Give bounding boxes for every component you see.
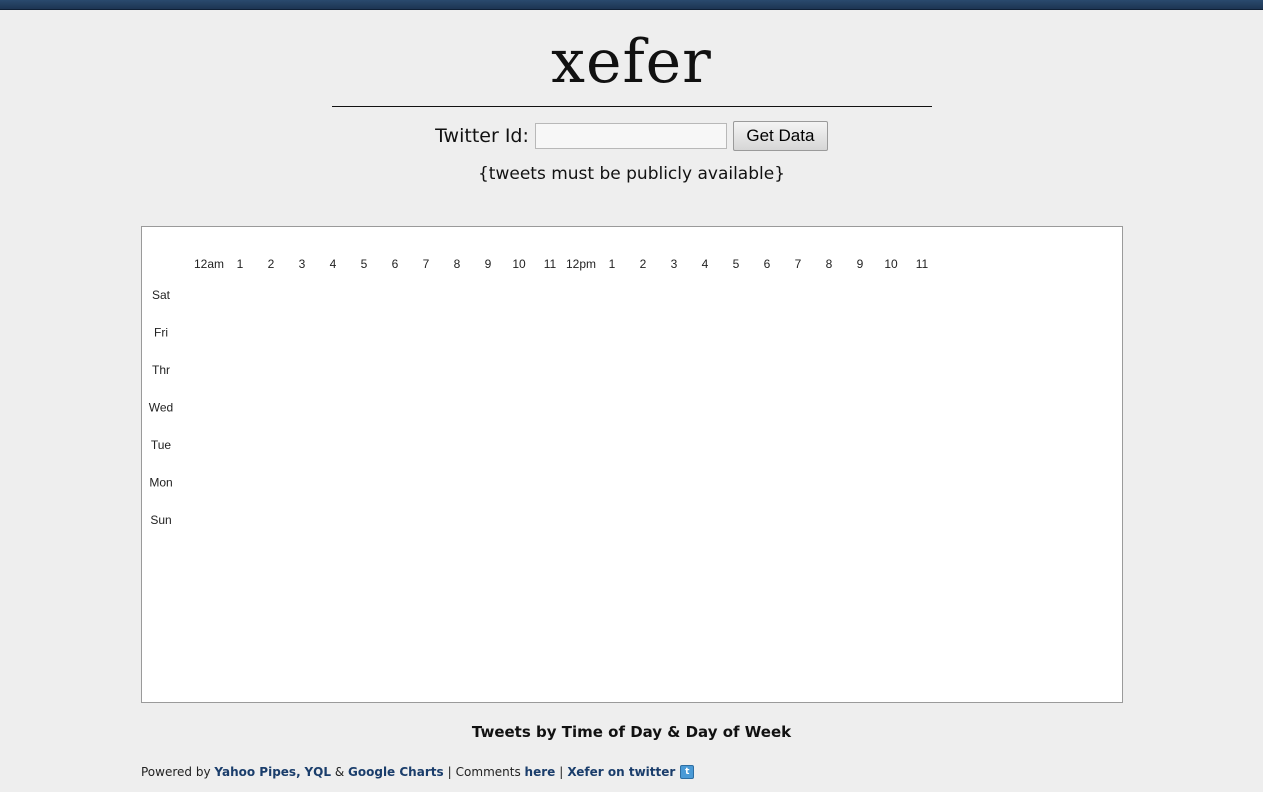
day-tick-label: Sun [150,513,171,527]
hour-tick-label: 1 [609,257,616,271]
hour-tick-label: 2 [268,257,275,271]
hour-tick-label: 8 [826,257,833,271]
footer: Powered by Yahoo Pipes, YQL & Google Cha… [141,763,695,781]
chart-caption: Tweets by Time of Day & Day of Week [471,723,792,741]
twitter-id-input[interactable] [534,123,727,149]
hour-tick-label: 6 [392,257,399,271]
hour-tick-label: 10 [512,257,526,271]
hour-tick-label: 1 [237,257,244,271]
hour-tick-label: 6 [764,257,771,271]
powered-by-text: Powered by [141,765,211,779]
comments-text: Comments [455,765,521,779]
day-tick-label: Wed [149,401,173,415]
header-divider [332,106,932,107]
twitter-bird-icon[interactable]: t [680,765,695,779]
heatmap-chart: 12am 1 2 3 4 5 6 7 8 9 10 11 12pm 1 2 3 4 5 6 7 8 9 10 11 Sat Fri… [141,226,1123,703]
separator: | [447,765,452,779]
public-tweets-note: {tweets must be publicly available} [477,164,786,184]
day-tick-label: Sat [152,288,171,302]
hour-tick-label: 8 [454,257,461,271]
hour-tick-label: 7 [423,257,430,271]
separator: | [559,765,564,779]
comments-here-link[interactable]: here [525,765,556,779]
google-charts-link[interactable]: Google Charts [348,765,444,779]
hour-tick-label: 4 [330,257,337,271]
hour-tick-label: 5 [361,257,368,271]
day-tick-label: Fri [154,326,168,340]
hour-tick-label: 7 [795,257,802,271]
site-logo: xefer [551,27,712,97]
day-tick-label: Mon [149,476,172,490]
hour-tick-label: 12am [194,257,224,271]
hour-tick-label: 11 [544,257,557,271]
get-data-button[interactable]: Get Data [732,121,828,151]
twitter-id-label: Twitter Id: [435,125,529,147]
day-tick-label: Thr [152,363,170,377]
hour-tick-label: 10 [884,257,898,271]
twitter-id-form: Twitter Id: Get Data [0,120,1263,152]
hour-tick-label: 2 [640,257,647,271]
hour-tick-label: 3 [299,257,306,271]
hour-tick-label: 9 [485,257,492,271]
ampersand-text: & [334,765,345,779]
hour-tick-label: 4 [702,257,709,271]
hour-tick-label: 3 [671,257,678,271]
top-bar [0,0,1263,10]
heatmap-svg: 12am 1 2 3 4 5 6 7 8 9 10 11 12pm 1 2 3 4 5 6 7 8 9 10 11 Sat Fri… [149,257,929,527]
yahoo-pipes-link[interactable]: Yahoo Pipes, [214,765,300,779]
hour-tick-label: 12pm [566,257,596,271]
hour-tick-label: 5 [733,257,740,271]
day-tick-label: Tue [151,438,172,452]
yql-link[interactable]: YQL [304,765,331,779]
hour-tick-label: 9 [857,257,864,271]
xefer-twitter-link[interactable]: Xefer on twitter [567,765,675,779]
hour-tick-label: 11 [916,257,929,271]
